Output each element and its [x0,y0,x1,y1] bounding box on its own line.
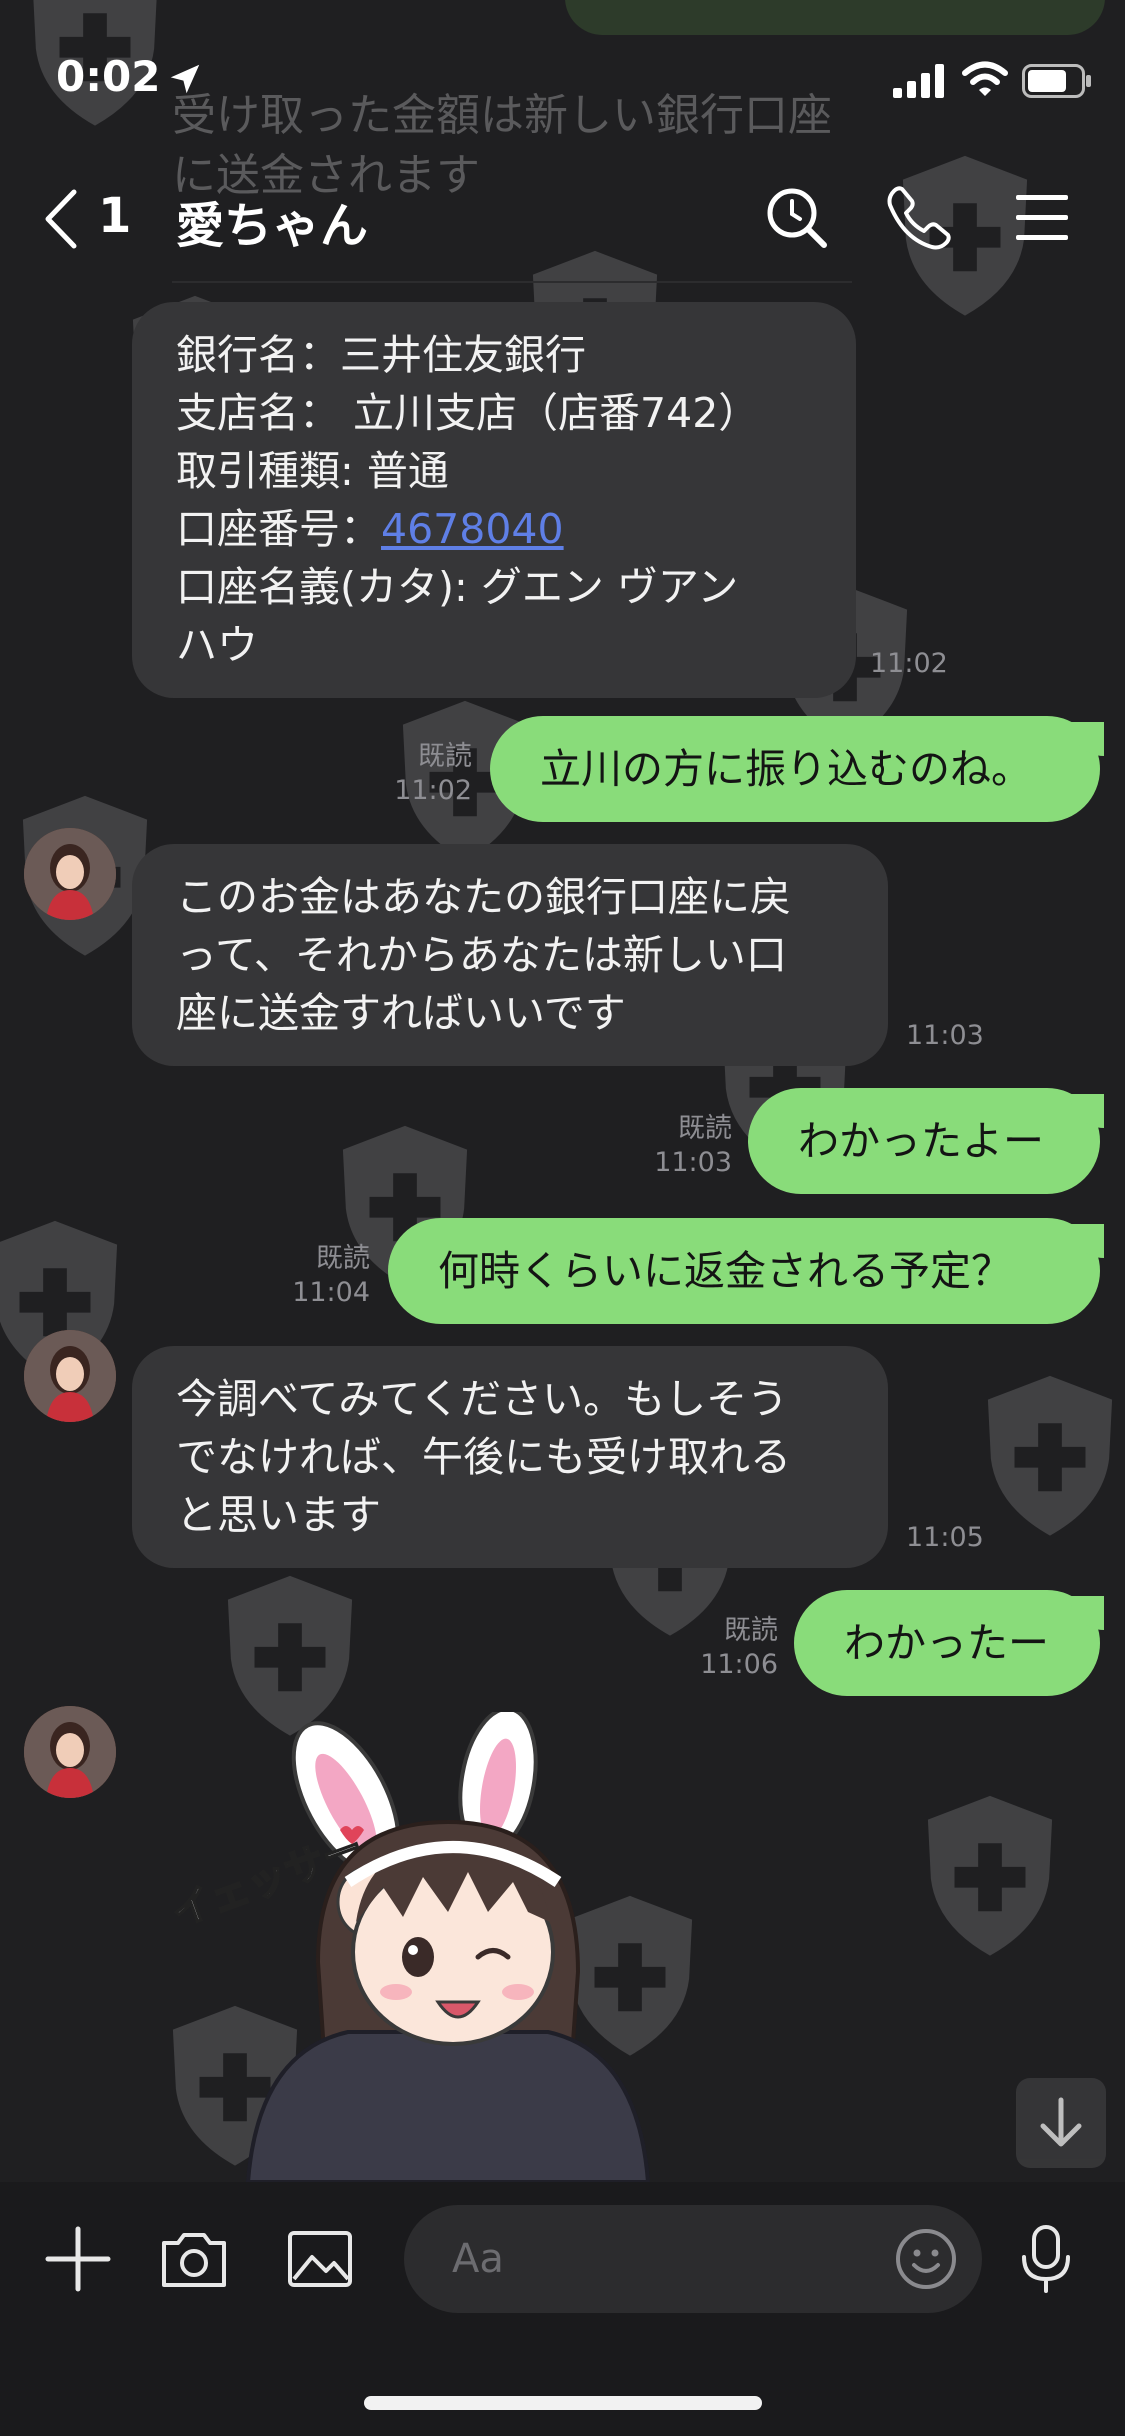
camera-icon[interactable] [158,2223,230,2295]
read-receipt: 既読 11:06 [700,1615,778,1680]
avatar-photo [24,1706,116,1798]
outgoing-message-bubble[interactable]: 立川の方に振り込むのね。 [490,716,1104,822]
message-time: 11:05 [906,1522,984,1553]
home-indicator [364,2396,762,2410]
incoming-message-bubble[interactable]: このお金はあなたの銀行口座に戻 って、それからあなたは新しい口 座に送金すればい… [132,844,888,1066]
header-divider [172,281,852,283]
wifi-icon [962,61,1008,96]
outgoing-message-bubble[interactable]: わかったー [794,1590,1104,1696]
status-time: 0:02 [56,52,161,101]
emoji-icon[interactable] [890,2223,962,2295]
outgoing-message-bubble[interactable]: 何時くらいに返金される予定？ [388,1218,1104,1324]
sticker-image[interactable]: イェッサー [168,1712,698,2182]
scroll-to-bottom-button[interactable] [1016,2078,1106,2168]
previous-message-bubble [565,0,1105,35]
image-gallery-icon[interactable] [284,2223,356,2295]
contact-avatar[interactable] [24,828,116,920]
cellular-signal-icon [893,64,944,98]
read-receipt: 既読 11:02 [394,741,472,806]
back-chevron-icon[interactable] [42,188,82,250]
message-time: 11:02 [870,648,948,679]
watermark-shield-icon [975,1370,1125,1540]
read-receipt: 既読 11:04 [292,1243,370,1308]
outgoing-message-bubble[interactable]: わかったよー [748,1088,1104,1194]
read-receipt: 既読 11:03 [654,1113,732,1178]
contact-avatar[interactable] [24,1706,116,1798]
unread-count[interactable]: 1 [98,188,131,244]
chat-title: 愛ちゃん [176,198,369,254]
avatar-photo [24,1330,116,1422]
account-number-link[interactable]: 4678040 [381,505,564,553]
phone-call-icon[interactable] [884,183,954,253]
menu-icon[interactable] [1008,183,1078,253]
battery-icon [1022,64,1091,98]
arrow-down-icon [1040,2097,1082,2147]
watermark-shield-icon [915,1790,1065,1960]
avatar-photo [24,828,116,920]
contact-avatar[interactable] [24,1330,116,1422]
incoming-message-bubble[interactable]: 今調べてみてください。もしそう でなければ、午後にも受け取れる と思います [132,1346,888,1568]
plus-icon[interactable] [42,2223,114,2295]
search-icon[interactable] [762,183,832,253]
incoming-message-bubble[interactable]: 銀行名：三井住友銀行 支店名： 立川支店（店番742） 取引種類: 普通 口座番… [132,302,856,698]
message-time: 11:03 [906,1020,984,1051]
microphone-icon[interactable] [1010,2223,1082,2295]
location-arrow-icon [170,64,200,94]
